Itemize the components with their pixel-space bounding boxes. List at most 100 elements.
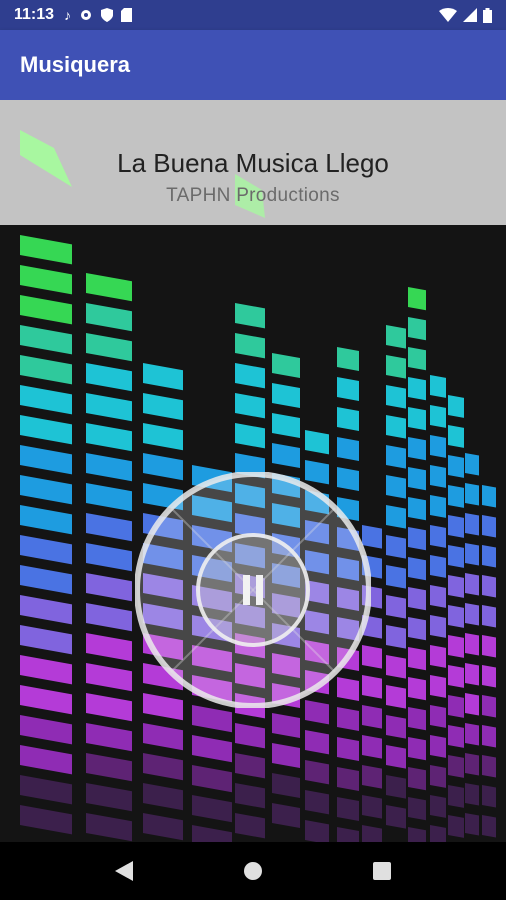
equalizer-bar (386, 745, 406, 769)
equalizer-bar (20, 805, 72, 835)
equalizer-bar (482, 485, 496, 508)
equalizer-bar (430, 675, 446, 698)
equalizer-bar (386, 655, 406, 679)
equalizer-bar (408, 647, 426, 671)
equalizer-bar (465, 543, 479, 566)
equalizer-bar (448, 605, 464, 628)
equalizer-bar (86, 363, 132, 392)
equalizer-bar (408, 767, 426, 791)
equalizer-bar (482, 665, 496, 688)
equalizer-bar (448, 635, 464, 658)
track-artist: TAPHN Productions (166, 185, 340, 206)
recents-button[interactable] (362, 851, 402, 891)
equalizer-bar (337, 377, 359, 401)
equalizer-bar (482, 695, 496, 718)
equalizer-bar (86, 423, 132, 452)
equalizer-bar (143, 363, 183, 391)
equalizer-bar (272, 743, 300, 769)
equalizer-bar (430, 495, 446, 518)
equalizer-bar (386, 415, 406, 439)
home-button[interactable] (233, 851, 273, 891)
equalizer-bar (20, 415, 72, 445)
equalizer-bar (86, 303, 132, 332)
equalizer-bar (386, 535, 406, 559)
equalizer-bar (20, 265, 72, 295)
equalizer-bar (448, 815, 464, 838)
equalizer-bar (482, 515, 496, 538)
equalizer-bar (20, 715, 72, 745)
equalizer-bar (386, 625, 406, 649)
equalizer-bar (430, 615, 446, 638)
equalizer-bar (430, 825, 446, 842)
equalizer-bar (143, 723, 183, 751)
equalizer-bar (235, 813, 265, 839)
equalizer-bar (430, 585, 446, 608)
equalizer-bar (430, 465, 446, 488)
equalizer-bar (465, 633, 479, 656)
equalizer-bar (272, 353, 300, 379)
equalizer-bar (337, 437, 359, 461)
equalizer-bar (86, 513, 132, 542)
equalizer-bar (408, 347, 426, 371)
equalizer-bar (465, 663, 479, 686)
recents-icon (372, 862, 391, 880)
equalizer-bar (272, 773, 300, 799)
equalizer-bar (386, 445, 406, 469)
equalizer-bar (337, 407, 359, 431)
equalizer-bar (465, 483, 479, 506)
equalizer-bar (337, 797, 359, 821)
equalizer-bar (20, 775, 72, 805)
equalizer-bar (386, 355, 406, 379)
equalizer-bar (235, 423, 265, 449)
equalizer-bar (448, 545, 464, 568)
equalizer-bar (86, 393, 132, 422)
gear-icon (81, 10, 92, 20)
equalizer-bar (482, 725, 496, 748)
equalizer-bar (305, 820, 329, 842)
equalizer-bar (408, 497, 426, 521)
equalizer-bar (362, 825, 382, 842)
equalizer-bar (235, 363, 265, 389)
equalizer-bar (272, 413, 300, 439)
equalizer-bar (386, 385, 406, 409)
equalizer-bar (386, 475, 406, 499)
equalizer-bar (337, 767, 359, 791)
equalizer-bar (86, 663, 132, 692)
equalizer-bar (235, 723, 265, 749)
signal-icon (463, 8, 477, 22)
equalizer-bar (408, 287, 426, 311)
equalizer-bar (86, 723, 132, 752)
equalizer-bar (386, 805, 406, 829)
navigation-bar (0, 842, 506, 900)
equalizer-bar (408, 407, 426, 431)
equalizer-bar (482, 635, 496, 658)
equalizer-bar (408, 437, 426, 461)
equalizer-bar (192, 825, 232, 842)
equalizer-bar (448, 575, 464, 598)
music-note-icon: ♪ (64, 7, 72, 23)
equalizer-bar (305, 430, 329, 455)
equalizer-bar (86, 693, 132, 722)
sd-card-icon (121, 8, 133, 22)
equalizer-bar (386, 595, 406, 619)
back-button[interactable] (104, 851, 144, 891)
home-icon (243, 862, 262, 880)
equalizer-bar (465, 753, 479, 776)
equalizer-bar (430, 375, 446, 398)
equalizer-bar (430, 525, 446, 548)
equalizer-bar (337, 347, 359, 371)
equalizer-bar (465, 723, 479, 746)
equalizer-bar (20, 235, 72, 265)
equalizer-bar (235, 753, 265, 779)
equalizer-bar (465, 453, 479, 476)
equalizer-bar (20, 745, 72, 775)
now-playing-panel: La Buena Musica Llego TAPHN Productions (0, 100, 506, 225)
equalizer-bar (448, 695, 464, 718)
equalizer-bar (20, 475, 72, 505)
equalizer-bar (86, 603, 132, 632)
player-control[interactable] (134, 471, 372, 709)
equalizer-bar (86, 333, 132, 362)
equalizer-bar (86, 633, 132, 662)
equalizer-bar (20, 355, 72, 385)
equalizer-bar (143, 783, 183, 811)
